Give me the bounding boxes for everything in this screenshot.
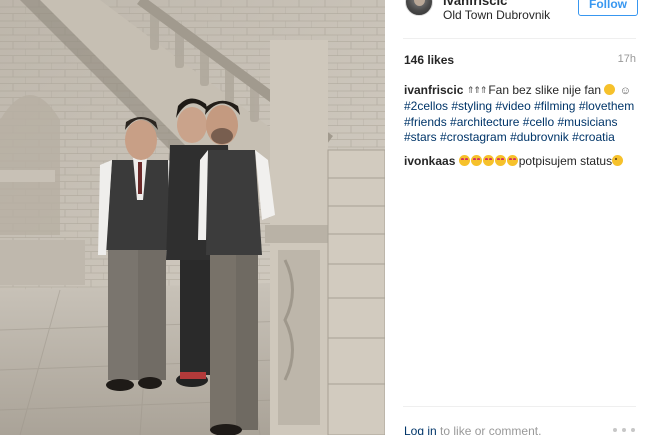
heart-eyes-emoji: [506, 155, 518, 167]
hashtag-link[interactable]: #dubrovnik: [510, 130, 569, 144]
smile-glyph-icon: ☺: [619, 85, 631, 97]
post-side-panel: ivanfriscic Old Town Dubrovnik Follow 14…: [385, 0, 652, 435]
avatar-icon[interactable]: [405, 0, 433, 16]
follow-button[interactable]: Follow: [578, 0, 638, 16]
hashtag-link[interactable]: #cello: [523, 115, 554, 129]
comment-text: potpisujem status: [518, 154, 613, 169]
more-options-icon[interactable]: [613, 428, 635, 434]
wink-emoji: [612, 155, 624, 167]
top-arrow-emoji: ⇑⇑⇑: [466, 85, 488, 95]
hashtag-link[interactable]: #musicians: [557, 115, 617, 129]
comment-username[interactable]: ivonkaas: [404, 154, 455, 168]
hashtag-link[interactable]: #friends: [404, 115, 447, 129]
post-photo-image: [0, 0, 385, 435]
post-photo[interactable]: [0, 0, 385, 435]
heart-eyes-emoji: [470, 155, 482, 167]
heart-eyes-emoji: [458, 155, 470, 167]
heart-eyes-emoji: [494, 155, 506, 167]
smile-emoji: [604, 84, 616, 95]
hashtag-link[interactable]: #lovethem: [579, 99, 634, 113]
login-prompt-text: to like or comment.: [436, 424, 542, 435]
hashtag-link[interactable]: #architecture: [450, 115, 519, 129]
hashtag-link[interactable]: #2cellos: [404, 99, 448, 113]
comments-list: ivanfriscic ⇑⇑⇑ Fan bez slike nije fan ☺ …: [404, 83, 640, 178]
hashtag-link[interactable]: #filming: [534, 99, 575, 113]
comment-item: ivonkaas potpisujem status: [404, 154, 640, 169]
hashtag-link[interactable]: #styling: [451, 99, 492, 113]
header-divider: [403, 38, 636, 39]
post-timestamp[interactable]: 17h: [618, 53, 636, 65]
post-author-username[interactable]: ivanfriscic: [443, 0, 507, 8]
comment-caption: ivanfriscic ⇑⇑⇑ Fan bez slike nije fan ☺ …: [404, 83, 640, 145]
hashtag-link[interactable]: #croatia: [572, 130, 615, 144]
login-link[interactable]: Log in: [404, 424, 437, 435]
comment-username[interactable]: ivanfriscic: [404, 83, 463, 97]
post-header: ivanfriscic Old Town Dubrovnik Follow: [385, 0, 652, 34]
login-prompt: Log in to like or comment.: [404, 424, 541, 435]
post-location[interactable]: Old Town Dubrovnik: [443, 8, 550, 22]
footer-divider: [403, 406, 636, 407]
hashtag-link[interactable]: #crostagram: [440, 130, 507, 144]
comment-text: Fan bez slike nije fan: [488, 83, 602, 97]
likes-count[interactable]: 146 likes: [404, 53, 454, 67]
hashtag-link[interactable]: #video: [495, 99, 530, 113]
heart-eyes-emoji: [482, 155, 494, 167]
hashtag-link[interactable]: #stars: [404, 130, 437, 144]
